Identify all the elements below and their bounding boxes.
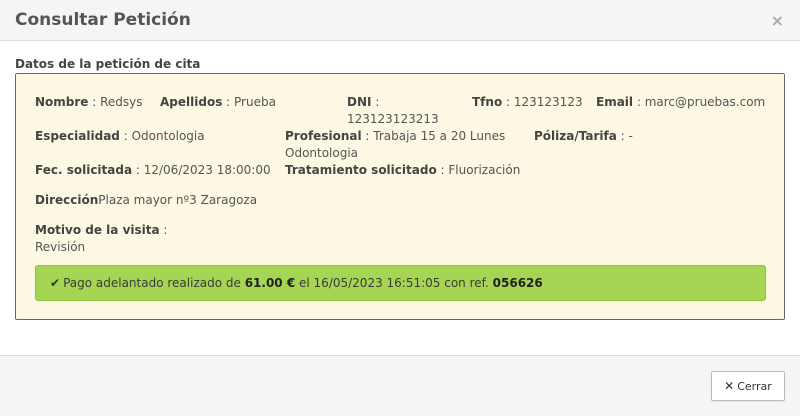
email-value: marc@pruebas.com: [644, 95, 766, 109]
section-title: Datos de la petición de cita: [15, 57, 201, 71]
fecha-value: 12/06/2023 18:00:00: [143, 163, 271, 177]
alert-text-before: Pago adelantado realizado de: [63, 276, 241, 290]
tratamiento-value: Fluorización: [448, 163, 521, 177]
email-label: Email: [596, 95, 634, 109]
modal-footer: ✕ Cerrar: [0, 355, 800, 416]
apellidos-field: Apellidos : Prueba: [160, 95, 276, 109]
dni-field: DNI :123123123213: [347, 95, 439, 126]
consult-request-modal: Consultar Petición × Datos de la petició…: [0, 0, 800, 416]
alert-reference: 056626: [492, 276, 543, 290]
request-details-panel: Nombre : Redsys Apellidos : Prueba DNI :…: [15, 73, 785, 320]
poliza-value: -: [628, 129, 633, 143]
poliza-label: Póliza/Tarifa: [534, 129, 617, 143]
dni-label: DNI: [347, 95, 372, 109]
close-button-label: Cerrar: [737, 379, 772, 393]
especialidad-field: Especialidad : Odontologia: [35, 129, 205, 143]
alert-amount: 61.00 €: [244, 276, 296, 290]
check-icon: ✔: [50, 276, 61, 290]
tratamiento-field: Tratamiento solicitado : Fluorización: [285, 163, 521, 177]
fecha-label: Fec. solicitada: [35, 163, 133, 177]
modal-header: Consultar Petición ×: [0, 0, 800, 41]
direccion-label: Dirección: [35, 193, 99, 207]
especialidad-value: Odontologia: [131, 129, 205, 143]
poliza-field: Póliza/Tarifa : -: [534, 129, 633, 143]
especialidad-label: Especialidad: [35, 129, 120, 143]
dni-value: 123123123213: [347, 112, 439, 126]
apellidos-label: Apellidos: [160, 95, 223, 109]
motivo-value: Revisión: [35, 240, 86, 254]
tratamiento-label: Tratamiento solicitado: [285, 163, 437, 177]
motivo-field: Motivo de la visita : Revisión: [35, 223, 168, 254]
tfno-field: Tfno : 123123123: [472, 95, 583, 109]
apellidos-value: Prueba: [234, 95, 276, 109]
tfno-value: 123123123: [513, 95, 583, 109]
motivo-label: Motivo de la visita: [35, 223, 160, 237]
nombre-field: Nombre : Redsys: [35, 95, 143, 109]
nombre-label: Nombre: [35, 95, 89, 109]
close-button[interactable]: ✕ Cerrar: [711, 371, 785, 401]
profesional-field: Profesional : Trabaja 15 a 20 Lunes Odon…: [285, 129, 506, 160]
modal-title: Consultar Petición: [15, 10, 191, 30]
direccion-value: Plaza mayor nº3 Zaragoza: [98, 193, 258, 207]
payment-success-alert: ✔ Pago adelantado realizado de 61.00 € el…: [35, 265, 766, 301]
nombre-value: Redsys: [100, 95, 143, 109]
email-field: Email : marc@pruebas.com: [596, 95, 766, 109]
close-icon: ✕: [724, 379, 735, 393]
fecha-field: Fec. solicitada : 12/06/2023 18:00:00: [35, 163, 271, 177]
direccion-field: DirecciónPlaza mayor nº3 Zaragoza: [35, 192, 257, 209]
tfno-label: Tfno: [472, 95, 503, 109]
profesional-label: Profesional: [285, 129, 362, 143]
alert-text-middle: el 16/05/2023 16:51:05 con ref.: [299, 276, 489, 290]
close-icon[interactable]: ×: [771, 11, 784, 31]
